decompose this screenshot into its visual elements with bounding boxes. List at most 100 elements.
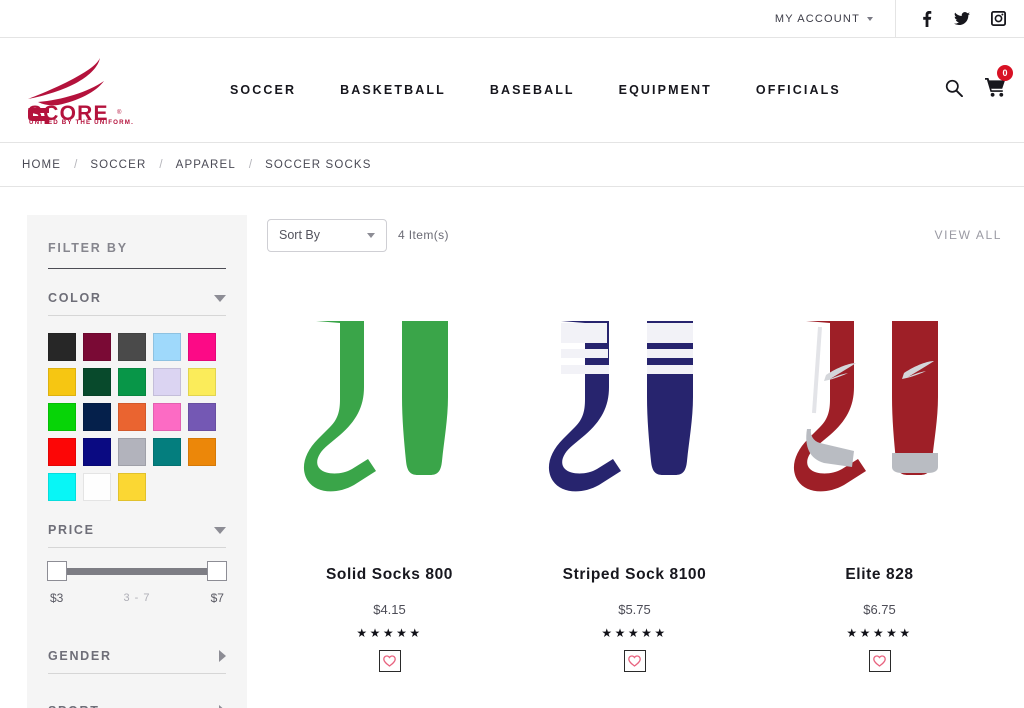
chevron-right-icon xyxy=(219,650,226,662)
add-to-wishlist-button[interactable] xyxy=(378,650,401,672)
facebook-icon[interactable] xyxy=(920,10,933,27)
sort-by-label: Sort By xyxy=(279,228,320,242)
color-swatch-bright-green[interactable] xyxy=(48,403,76,431)
filter-group-color-header[interactable]: COLOR xyxy=(48,291,226,316)
heart-icon xyxy=(628,655,641,667)
twitter-icon[interactable] xyxy=(954,11,970,26)
my-account-menu[interactable]: MY ACCOUNT xyxy=(775,0,896,38)
site-header: SCORE ® UNITED BY THE UNIFORM. SOCCER BA… xyxy=(0,38,1024,143)
color-swatch-orange-red[interactable] xyxy=(118,403,146,431)
nav-item-baseball[interactable]: BASEBALL xyxy=(490,83,575,97)
color-swatch-teal[interactable] xyxy=(153,438,181,466)
color-swatch-hot-pink[interactable] xyxy=(153,403,181,431)
price-max-label: $7 xyxy=(210,591,224,605)
product-rating: ★★★★★ xyxy=(356,626,423,640)
breadcrumb-item-apparel[interactable]: APPAREL xyxy=(176,159,236,171)
product-price: $5.75 xyxy=(618,602,651,617)
item-count-label: 4 Item(s) xyxy=(398,228,449,242)
color-swatch-gold[interactable] xyxy=(48,368,76,396)
price-slider-handle-min[interactable] xyxy=(47,561,67,581)
chevron-down-icon xyxy=(867,16,873,21)
price-min-label: $3 xyxy=(50,591,64,605)
product-rating: ★★★★★ xyxy=(846,626,913,640)
filter-group-gender-header[interactable]: GENDER xyxy=(48,649,226,674)
filter-group-color: COLOR xyxy=(48,291,226,501)
color-swatch-yellow[interactable] xyxy=(118,473,146,501)
color-swatch-magenta[interactable] xyxy=(188,333,216,361)
price-range-label: 3 - 7 xyxy=(123,592,151,604)
chevron-down-icon xyxy=(214,294,226,302)
product-card[interactable]: Striped Sock 8100 $5.75 ★★★★★ xyxy=(512,293,757,672)
brand-logo[interactable]: SCORE ® UNITED BY THE UNIFORM. xyxy=(22,56,142,124)
breadcrumb-item-home[interactable]: HOME xyxy=(22,159,61,171)
price-slider-labels: $3 3 - 7 $7 xyxy=(50,591,224,605)
add-to-wishlist-button[interactable] xyxy=(623,650,646,672)
nav-item-soccer[interactable]: SOCCER xyxy=(230,83,296,97)
filter-group-sport: SPORT xyxy=(48,704,226,708)
breadcrumb-item-current: SOCCER SOCKS xyxy=(265,158,372,171)
filter-group-sport-header[interactable]: SPORT xyxy=(48,704,226,708)
color-swatch-light-yellow[interactable] xyxy=(188,368,216,396)
sort-by-select[interactable]: Sort By xyxy=(267,218,387,252)
color-swatch-purple[interactable] xyxy=(188,403,216,431)
nav-item-equipment[interactable]: EQUIPMENT xyxy=(619,83,712,97)
color-swatch-lavender[interactable] xyxy=(153,368,181,396)
product-rating: ★★★★★ xyxy=(601,626,668,640)
breadcrumb: HOME / SOCCER / APPAREL / SOCCER SOCKS xyxy=(0,143,1024,187)
filter-group-price: PRICE $3 3 - 7 $7 xyxy=(47,523,227,605)
filter-sidebar-title: FILTER BY xyxy=(48,241,226,269)
product-card[interactable]: Solid Socks 800 $4.15 ★★★★★ xyxy=(267,293,512,672)
filter-group-price-header[interactable]: PRICE xyxy=(48,523,226,548)
filter-group-gender: GENDER xyxy=(48,649,226,674)
price-slider-track[interactable] xyxy=(47,561,227,581)
header-actions: 0 xyxy=(945,65,1013,102)
color-swatch-navy[interactable] xyxy=(83,403,111,431)
breadcrumb-separator: / xyxy=(74,158,78,171)
filter-group-gender-label: GENDER xyxy=(48,649,112,663)
color-swatch-dark-blue[interactable] xyxy=(83,438,111,466)
product-image[interactable] xyxy=(780,293,980,508)
color-swatch-kelly-green[interactable] xyxy=(118,368,146,396)
color-swatch-red[interactable] xyxy=(48,438,76,466)
breadcrumb-item-soccer[interactable]: SOCCER xyxy=(90,159,146,171)
color-swatch-light-blue[interactable] xyxy=(153,333,181,361)
color-swatch-black[interactable] xyxy=(48,333,76,361)
product-grid: Solid Socks 800 $4.15 ★★★★★ Striped Sock… xyxy=(267,293,1002,672)
social-links xyxy=(896,10,1006,27)
product-image[interactable] xyxy=(290,293,490,508)
breadcrumb-separator: / xyxy=(159,158,163,171)
price-slider-handle-max[interactable] xyxy=(207,561,227,581)
product-title[interactable]: Elite 828 xyxy=(845,566,913,584)
product-listing: Sort By 4 Item(s) VIEW ALL Solid Socks 8… xyxy=(267,215,1024,708)
svg-text:®: ® xyxy=(117,109,122,116)
cart-count-badge: 0 xyxy=(997,65,1013,81)
color-swatch-white[interactable] xyxy=(83,473,111,501)
heart-icon xyxy=(383,655,396,667)
product-card[interactable]: Elite 828 $6.75 ★★★★★ xyxy=(757,293,1002,672)
heart-icon xyxy=(873,655,886,667)
cart-icon[interactable]: 0 xyxy=(985,65,1013,102)
search-icon[interactable] xyxy=(945,79,963,102)
color-swatch-maroon[interactable] xyxy=(83,333,111,361)
add-to-wishlist-button[interactable] xyxy=(868,650,891,672)
utility-bar: MY ACCOUNT xyxy=(0,0,1024,38)
breadcrumb-separator: / xyxy=(248,158,253,171)
color-swatch-forest-green[interactable] xyxy=(83,368,111,396)
view-all-link[interactable]: VIEW ALL xyxy=(935,228,1003,242)
nav-item-basketball[interactable]: BASKETBALL xyxy=(340,83,446,97)
color-swatch-silver[interactable] xyxy=(118,438,146,466)
price-slider[interactable]: $3 3 - 7 $7 xyxy=(47,561,227,605)
main-navigation: SOCCER BASKETBALL BASEBALL EQUIPMENT OFF… xyxy=(230,83,841,97)
page-content: FILTER BY COLOR PRICE $3 3 - 7 $7 GENDER… xyxy=(0,187,1024,708)
filter-sidebar: FILTER BY COLOR PRICE $3 3 - 7 $7 GENDER xyxy=(27,215,247,708)
filter-group-color-label: COLOR xyxy=(48,291,102,305)
color-swatch-dark-orange[interactable] xyxy=(188,438,216,466)
nav-item-officials[interactable]: OFFICIALS xyxy=(756,83,841,97)
product-image[interactable] xyxy=(535,293,735,508)
color-swatch-cyan[interactable] xyxy=(48,473,76,501)
instagram-icon[interactable] xyxy=(991,11,1006,26)
color-swatch-dark-grey[interactable] xyxy=(118,333,146,361)
listing-toolbar: Sort By 4 Item(s) VIEW ALL xyxy=(267,215,1002,255)
product-title[interactable]: Solid Socks 800 xyxy=(326,566,453,584)
product-title[interactable]: Striped Sock 8100 xyxy=(563,566,707,584)
